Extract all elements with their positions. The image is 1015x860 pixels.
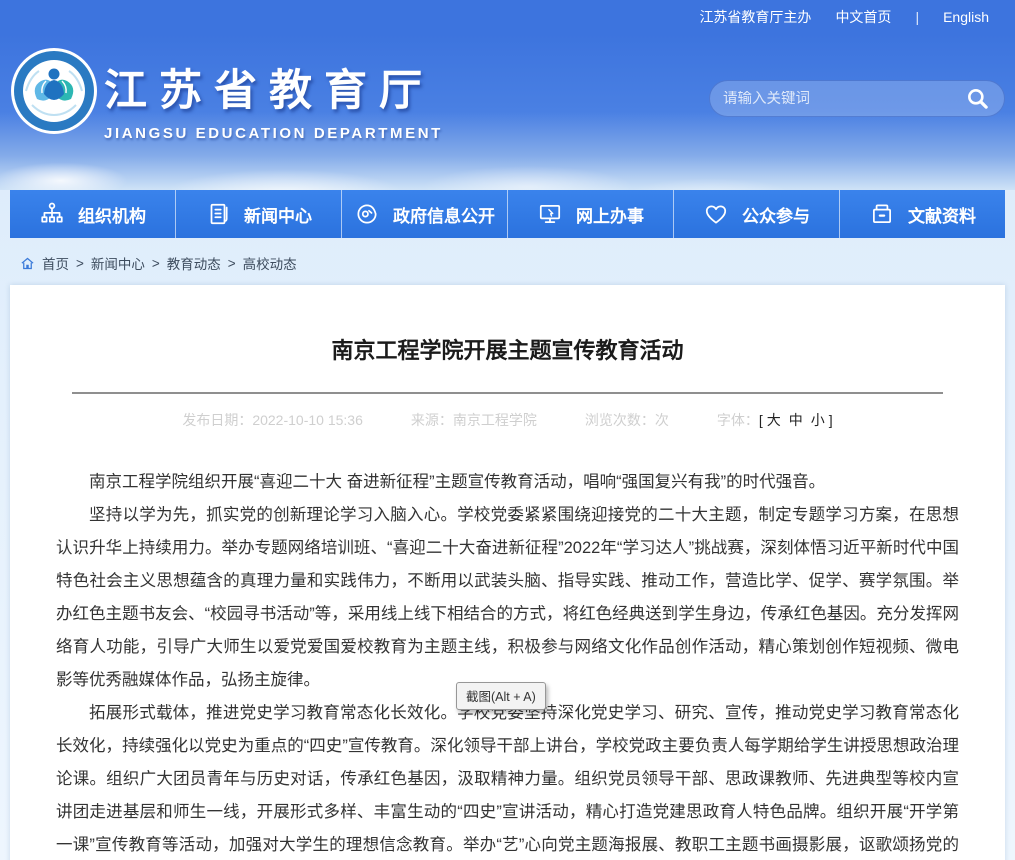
jiangsu-education-logo: [10, 47, 98, 135]
title-divider: [72, 392, 943, 394]
search-input[interactable]: [723, 91, 965, 107]
nav-item-gov-info-disclosure[interactable]: 政府信息公开: [342, 190, 508, 238]
site-banner: 江苏省教育厅 JIANGSU EDUCATION DEPARTMENT: [0, 34, 1015, 190]
nav-item-news-center[interactable]: 新闻中心: [176, 190, 342, 238]
nav-item-organization[interactable]: 组织机构: [10, 190, 176, 238]
search-icon[interactable]: [965, 86, 991, 112]
breadcrumb-item-home[interactable]: 首页: [42, 253, 69, 273]
nav-item-label: 网上办事: [576, 202, 644, 227]
screenshot-tooltip: 截图(Alt + A): [456, 682, 546, 710]
breadcrumb-item-university-news[interactable]: 高校动态: [243, 253, 297, 273]
nav-item-label: 公众参与: [742, 202, 810, 227]
nav-item-label: 文献资料: [908, 202, 976, 227]
view-count: 浏览次数：次: [585, 410, 669, 430]
breadcrumb-separator: >: [152, 256, 160, 271]
breadcrumb-separator: >: [228, 256, 236, 271]
breadcrumb: 首页 > 新闻中心 > 教育动态 > 高校动态: [10, 238, 1005, 285]
article-meta: 发布日期：2022-10-10 15:36 来源：南京工程学院 浏览次数：次 字…: [10, 410, 1005, 430]
topbar-separator: |: [915, 9, 919, 25]
link-english[interactable]: English: [943, 9, 989, 25]
breadcrumb-separator: >: [76, 256, 84, 271]
nav-item-label: 新闻中心: [244, 202, 312, 227]
heart-icon: [703, 201, 729, 227]
site-subtitle: JIANGSU EDUCATION DEPARTMENT: [104, 125, 443, 142]
article-paragraph: 坚持以学为先，抓实党的创新理论学习入脑入心。学校党委紧紧围绕迎接党的二十大主题，…: [56, 499, 959, 697]
site-title: 江苏省教育厅: [104, 56, 443, 118]
article-card: 南京工程学院开展主题宣传教育活动 发布日期：2022-10-10 15:36 来…: [10, 285, 1005, 860]
online-service-icon: [537, 201, 563, 227]
font-size-control: 字体：[大中小]: [717, 410, 833, 430]
top-utility-bar: 江苏省教育厅主办 中文首页 | English: [0, 0, 1015, 34]
breadcrumb-item-education-news[interactable]: 教育动态: [167, 253, 221, 273]
nav-item-online-services[interactable]: 网上办事: [508, 190, 674, 238]
info-disclosure-icon: [354, 201, 380, 227]
font-size-large-button[interactable]: 大: [767, 412, 781, 428]
nav-item-public-participation[interactable]: 公众参与: [674, 190, 840, 238]
article-title: 南京工程学院开展主题宣传教育活动: [10, 285, 1005, 365]
article-source: 来源：南京工程学院: [411, 410, 537, 430]
link-chinese-home[interactable]: 中文首页: [835, 7, 891, 27]
site-search: [709, 80, 1005, 117]
home-icon: [20, 256, 35, 271]
main-nav: 组织机构 新闻中心 政府信息公开 网上办事: [10, 190, 1005, 238]
breadcrumb-item-news-center[interactable]: 新闻中心: [91, 253, 145, 273]
link-site-sponsor[interactable]: 江苏省教育厅主办: [699, 7, 811, 27]
nav-item-documents[interactable]: 文献资料: [840, 190, 1005, 238]
news-doc-icon: [205, 201, 231, 227]
article-paragraph: 南京工程学院组织开展“喜迎二十大 奋进新征程”主题宣传教育活动，唱响“强国复兴有…: [56, 466, 959, 499]
nav-item-label: 组织机构: [78, 202, 146, 227]
org-chart-icon: [39, 201, 65, 227]
archive-icon: [869, 201, 895, 227]
font-size-small-button[interactable]: 小: [811, 412, 825, 428]
article-paragraph: 拓展形式载体，推进党史学习教育常态化长效化。学校党委坚持深化党史学习、研究、宣传…: [56, 697, 959, 860]
nav-item-label: 政府信息公开: [393, 202, 495, 227]
page: 江苏省教育厅主办 中文首页 | English 江苏省教育厅 JIANGSU E…: [0, 0, 1015, 860]
site-brand: 江苏省教育厅 JIANGSU EDUCATION DEPARTMENT: [104, 56, 443, 142]
article-body: 南京工程学院组织开展“喜迎二十大 奋进新征程”主题宣传教育活动，唱响“强国复兴有…: [10, 466, 1005, 860]
publish-date: 发布日期：2022-10-10 15:36: [182, 410, 363, 430]
font-size-medium-button[interactable]: 中: [789, 412, 803, 428]
